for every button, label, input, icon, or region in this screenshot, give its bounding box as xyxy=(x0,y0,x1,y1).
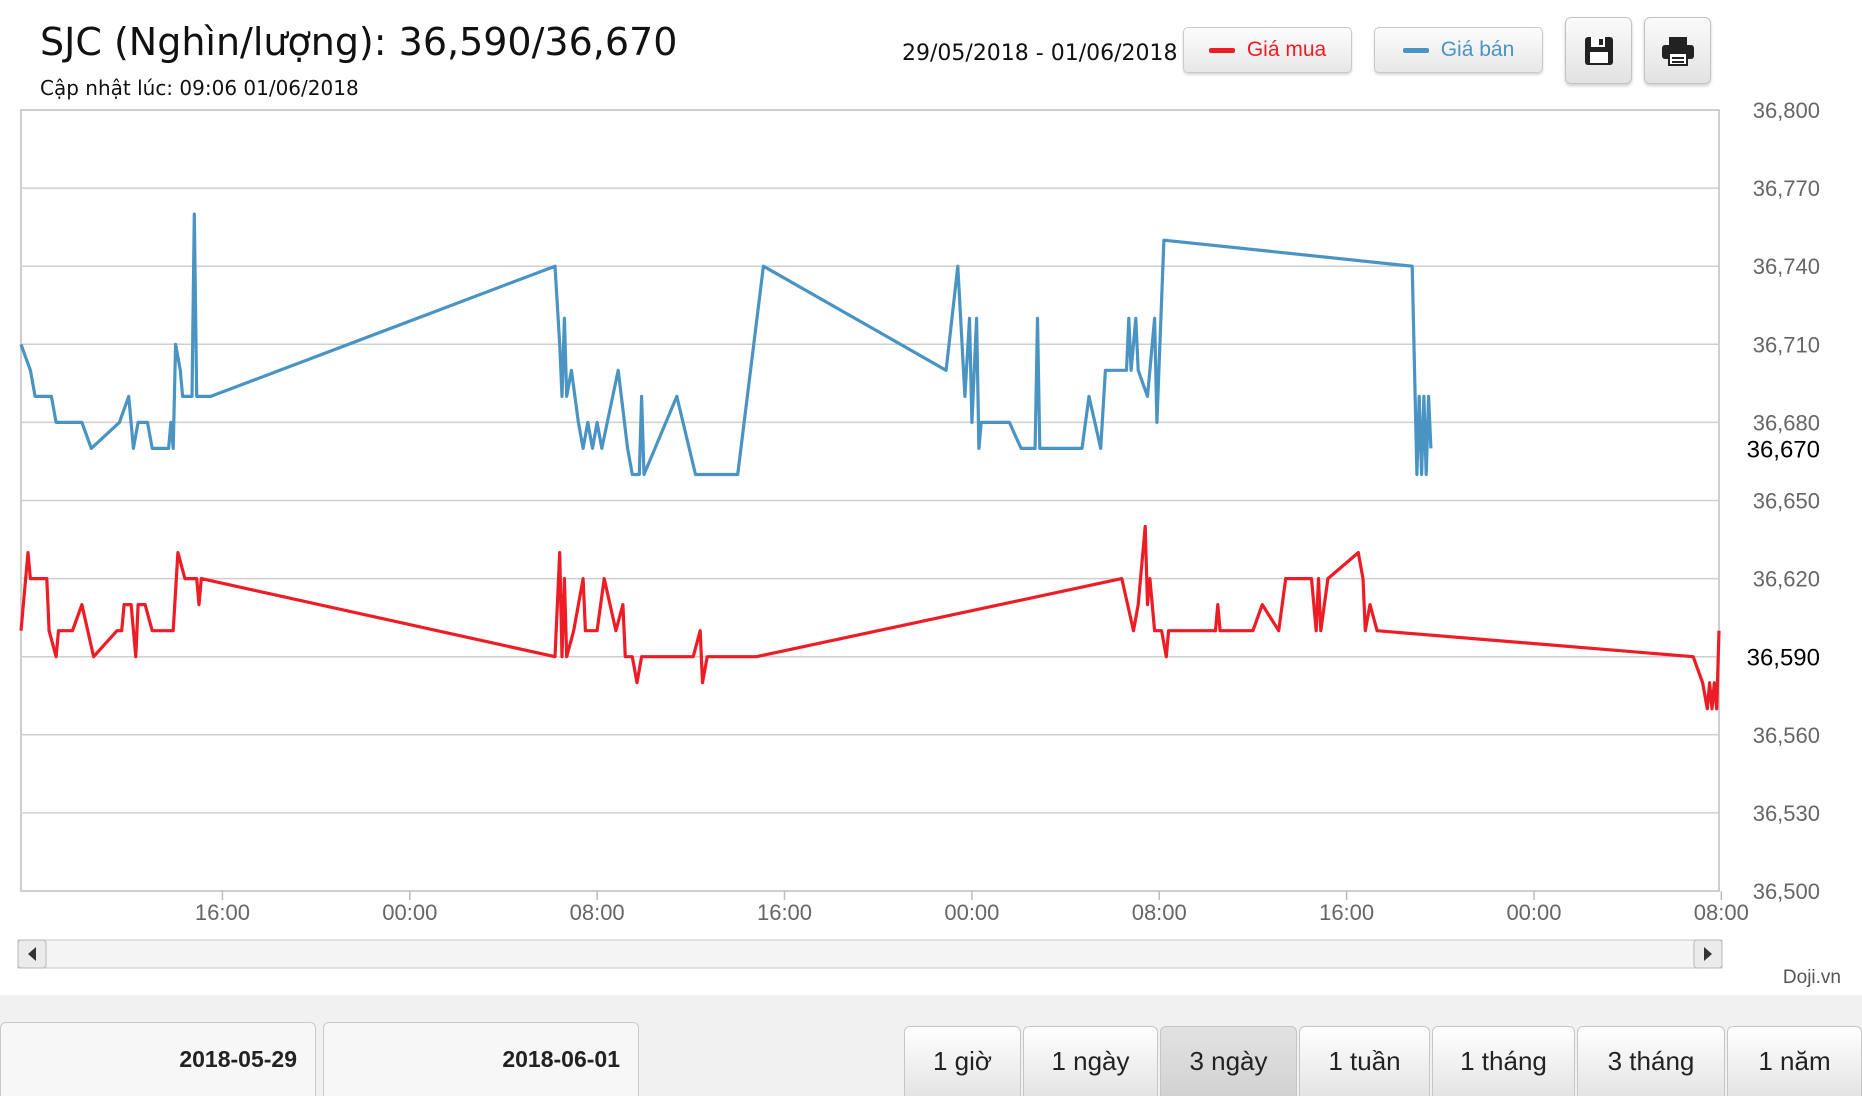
x-tick-label: 00:00 xyxy=(1506,900,1561,925)
y-tick-label: 36,770 xyxy=(1753,176,1820,201)
y-tick-label: 36,500 xyxy=(1753,879,1820,904)
period-button[interactable]: 1 tháng xyxy=(1432,1026,1575,1096)
current-value-label: 36,590 xyxy=(1747,645,1820,672)
x-tick-label: 08:00 xyxy=(1694,900,1749,925)
period-button[interactable]: 1 giờ xyxy=(904,1026,1021,1096)
current-value-label: 36,670 xyxy=(1747,436,1820,463)
y-tick-label: 36,650 xyxy=(1753,489,1820,514)
y-tick-label: 36,710 xyxy=(1753,332,1820,357)
x-tick-label: 08:00 xyxy=(570,900,625,925)
scrollbar-track[interactable] xyxy=(17,939,1723,969)
y-tick-label: 36,800 xyxy=(1753,98,1820,123)
price-chart: 36,500 36,530 36,560 36,590 36,620 36,650 36,6… xyxy=(17,98,1827,969)
x-tick-label: 08:00 xyxy=(1132,900,1187,925)
x-tick-label: 00:00 xyxy=(382,900,437,925)
period-button[interactable]: 1 ngày xyxy=(1023,1026,1158,1096)
period-button[interactable]: 1 tuần xyxy=(1299,1026,1430,1096)
y-tick-label: 36,560 xyxy=(1753,723,1820,748)
period-button[interactable]: 3 ngày xyxy=(1160,1026,1297,1096)
x-axis: 16:00 00:00 08:00 16:00 00:00 08:00 16:00 00:00… xyxy=(195,891,1749,925)
period-button[interactable]: 1 năm xyxy=(1727,1026,1862,1096)
period-button[interactable]: 3 tháng xyxy=(1577,1026,1725,1096)
x-tick-label: 16:00 xyxy=(757,900,812,925)
x-tick-label: 00:00 xyxy=(944,900,999,925)
y-tick-label: 36,620 xyxy=(1753,567,1820,592)
watermark: Doji.vn xyxy=(1782,967,1841,988)
y-tick-label: 36,740 xyxy=(1753,254,1820,279)
y-axis: 36,500 36,530 36,560 36,590 36,620 36,650 36,6… xyxy=(1733,98,1827,904)
x-tick-label: 16:00 xyxy=(1319,900,1374,925)
tab-date-start[interactable]: 2018-05-29 xyxy=(0,1022,316,1096)
tab-date-end[interactable]: 2018-06-01 xyxy=(323,1022,639,1096)
y-tick-label: 36,680 xyxy=(1753,410,1820,435)
y-tick-label: 36,530 xyxy=(1753,801,1820,826)
x-tick-label: 16:00 xyxy=(195,900,250,925)
